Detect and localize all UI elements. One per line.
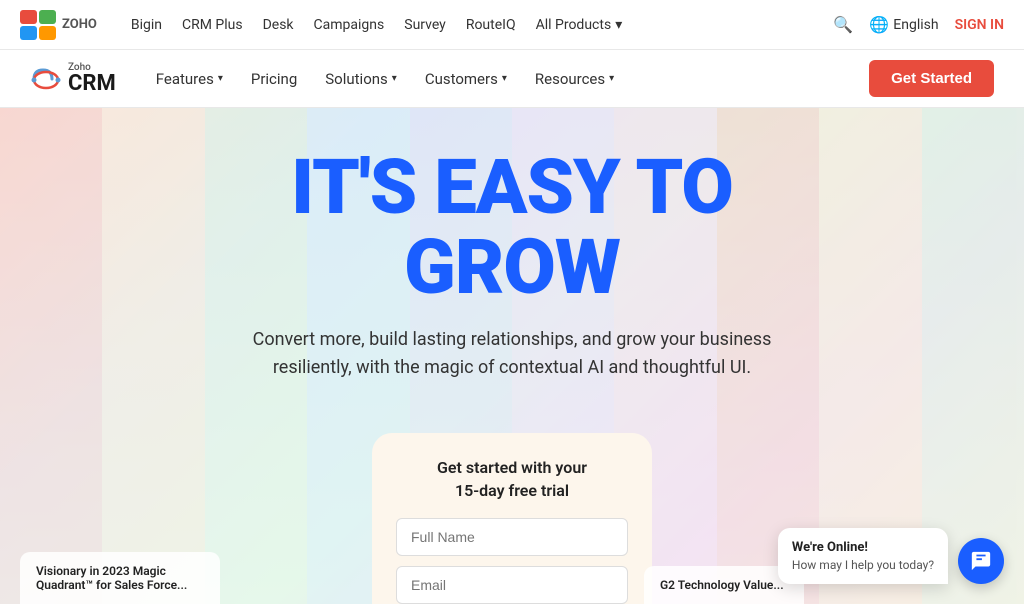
resources-menu[interactable]: Resources ▾ [535, 70, 614, 88]
hero-content: IT'S EASY TO GROW Convert more, build la… [0, 108, 1024, 383]
chat-message: How may I help you today? [792, 558, 934, 572]
hero-section: IT'S EASY TO GROW Convert more, build la… [0, 108, 1024, 604]
customers-label: Customers [425, 70, 498, 88]
language-label: English [893, 17, 938, 33]
hero-title-line2: GROW [404, 222, 620, 312]
pricing-link[interactable]: Pricing [251, 70, 297, 88]
solutions-chevron-icon: ▾ [392, 73, 397, 84]
nav-routeiq[interactable]: RouteIQ [466, 17, 516, 33]
top-nav: Bigin CRM Plus Desk Campaigns Survey Rou… [131, 17, 810, 33]
resources-chevron-icon: ▾ [609, 73, 614, 84]
top-bar: ZOHO Bigin CRM Plus Desk Campaigns Surve… [0, 0, 1024, 50]
zoho-squares-icon [20, 10, 56, 40]
customers-menu[interactable]: Customers ▾ [425, 70, 507, 88]
zoho-text: ZOHO [62, 17, 97, 32]
hero-subtitle: Convert more, build lasting relationship… [212, 326, 812, 384]
hero-title-line1: IT'S EASY TO [291, 142, 733, 232]
language-selector[interactable]: 🌐 English [869, 15, 938, 34]
crm-nav: Zoho CRM Features ▾ Pricing Solutions ▾ … [0, 50, 1024, 108]
crm-logo-text: Zoho CRM [68, 63, 116, 95]
chat-avatar-button[interactable] [958, 538, 1004, 584]
chat-bubble: We're Online! How may I help you today? [778, 528, 948, 584]
search-button[interactable]: 🔍 [833, 15, 853, 34]
hero-title: IT'S EASY TO GROW [291, 148, 733, 308]
globe-icon: 🌐 [869, 15, 889, 34]
form-card-title: Get started with your15-day free trial [396, 457, 628, 502]
get-started-button[interactable]: Get Started [869, 60, 994, 97]
right-badge-title: G2 Technology Value... [660, 578, 788, 592]
nav-bigin[interactable]: Bigin [131, 17, 162, 33]
customers-chevron-icon: ▾ [502, 73, 507, 84]
badge-title: Visionary in 2023 Magic Quadrant™ for Sa… [36, 564, 204, 592]
crm-label: CRM [68, 73, 116, 95]
nav-survey[interactable]: Survey [404, 17, 446, 33]
nav-campaigns[interactable]: Campaigns [314, 17, 385, 33]
all-products-label: All Products [536, 17, 612, 33]
all-products-dropdown[interactable]: All Products ▾ [536, 17, 623, 33]
crm-logo-icon [30, 66, 62, 92]
chevron-down-icon: ▾ [615, 17, 622, 33]
zoho-logo[interactable]: ZOHO [20, 10, 97, 40]
chat-widget: We're Online! How may I help you today? [778, 528, 1004, 584]
crm-logo[interactable]: Zoho CRM [30, 63, 116, 95]
solutions-label: Solutions [325, 70, 388, 88]
resources-label: Resources [535, 70, 605, 88]
solutions-menu[interactable]: Solutions ▾ [325, 70, 397, 88]
nav-crm-plus[interactable]: CRM Plus [182, 17, 243, 33]
full-name-input[interactable] [396, 518, 628, 556]
chat-online-status: We're Online! [792, 540, 934, 555]
features-menu[interactable]: Features ▾ [156, 70, 223, 88]
features-chevron-icon: ▾ [218, 73, 223, 84]
sign-in-button[interactable]: SIGN IN [955, 17, 1004, 33]
email-input[interactable] [396, 566, 628, 604]
top-bar-right: 🔍 🌐 English SIGN IN [833, 15, 1004, 34]
nav-desk[interactable]: Desk [263, 17, 294, 33]
bottom-left-badge: Visionary in 2023 Magic Quadrant™ for Sa… [20, 552, 220, 604]
trial-form-card: Get started with your15-day free trial [372, 433, 652, 604]
features-label: Features [156, 70, 214, 88]
crm-nav-links: Features ▾ Pricing Solutions ▾ Customers… [156, 70, 869, 88]
